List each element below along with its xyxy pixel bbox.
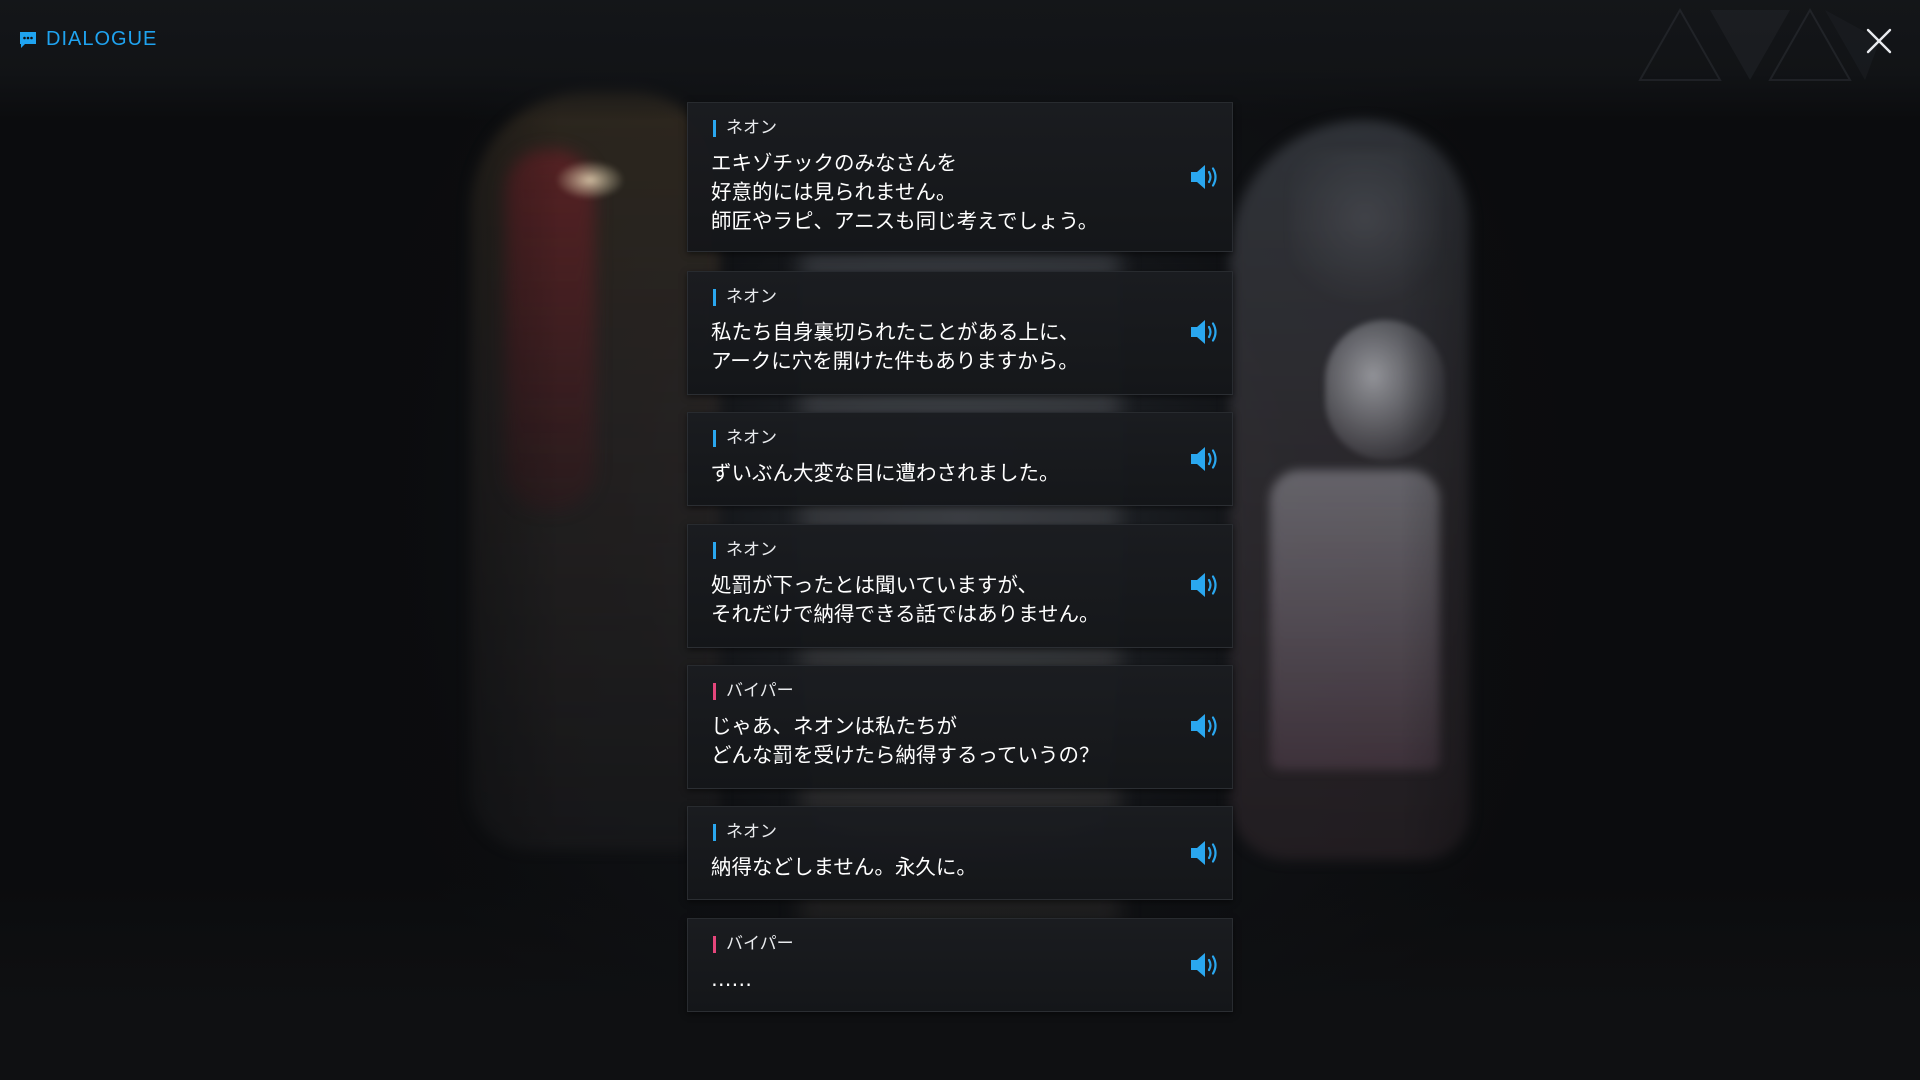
chat-bubble-icon bbox=[20, 31, 36, 48]
dialogue-entry: ネオン 私たち自身裏切られたことがある上に、 アークに穴を開けた件もありますから… bbox=[687, 271, 1233, 395]
dialogue-text: ずいぶん大変な目に遭わされました。 bbox=[711, 461, 1060, 485]
dialogue-entry: バイパー じゃあ、ネオンは私たちが どんな罰を受けたら納得するっていうの？ bbox=[687, 665, 1233, 789]
speaker-row: ネオン bbox=[713, 288, 777, 306]
speaker-volume-icon bbox=[1191, 573, 1217, 597]
play-voice-button[interactable] bbox=[1188, 950, 1224, 980]
play-voice-button[interactable] bbox=[1188, 162, 1224, 192]
speaker-color-bar bbox=[713, 541, 716, 559]
header-triangle-decoration bbox=[1638, 7, 1880, 81]
speaker-row: ネオン bbox=[713, 541, 777, 559]
speaker-name: バイパー bbox=[726, 681, 794, 701]
dialogue-text: 処罰が下ったとは聞いていますが、 それだけで納得できる話ではありません。 bbox=[711, 573, 1100, 626]
dialogue-entry: ネオン 納得などしません。永久に。 bbox=[687, 806, 1233, 900]
speaker-volume-icon bbox=[1191, 447, 1217, 471]
speaker-row: ネオン bbox=[713, 429, 777, 447]
speaker-row: バイパー bbox=[713, 935, 794, 953]
speaker-color-bar bbox=[713, 429, 716, 447]
play-voice-button[interactable] bbox=[1188, 570, 1224, 600]
dialogue-text: …… bbox=[711, 967, 752, 991]
speaker-volume-icon bbox=[1191, 165, 1217, 189]
speaker-color-bar bbox=[713, 823, 716, 841]
dialogue-text: 納得などしません。永久に。 bbox=[711, 855, 977, 879]
speaker-name: ネオン bbox=[726, 428, 777, 448]
play-voice-button[interactable] bbox=[1188, 317, 1224, 347]
speaker-name: ネオン bbox=[726, 822, 777, 842]
speaker-name: ネオン bbox=[726, 118, 777, 138]
dialogue-log-screen: DIALOGUE ネオン エキゾチックのみなさんを 好意的には見られません。 師… bbox=[0, 0, 1920, 1080]
dialogue-entry: ネオン エキゾチックのみなさんを 好意的には見られません。 師匠やラピ、アニスも… bbox=[687, 102, 1233, 252]
dialogue-text: じゃあ、ネオンは私たちが どんな罰を受けたら納得するっていうの？ bbox=[711, 714, 1100, 767]
speaker-color-bar bbox=[713, 288, 716, 306]
play-voice-button[interactable] bbox=[1188, 711, 1224, 741]
background-lamp bbox=[555, 160, 625, 200]
speaker-name: バイパー bbox=[726, 934, 794, 954]
speaker-color-bar bbox=[713, 935, 716, 953]
dialogue-entry: ネオン 処罰が下ったとは聞いていますが、 それだけで納得できる話ではありません。 bbox=[687, 524, 1233, 648]
dialogue-entry: ネオン ずいぶん大変な目に遭わされました。 bbox=[687, 412, 1233, 506]
speaker-row: ネオン bbox=[713, 119, 777, 137]
close-button[interactable] bbox=[1862, 24, 1896, 58]
page-title: DIALOGUE bbox=[46, 28, 158, 50]
speaker-volume-icon bbox=[1191, 320, 1217, 344]
close-icon bbox=[1866, 28, 1892, 54]
speaker-volume-icon bbox=[1191, 953, 1217, 977]
speaker-row: ネオン bbox=[713, 823, 777, 841]
speaker-color-bar bbox=[713, 682, 716, 700]
speaker-name: ネオン bbox=[726, 540, 777, 560]
speaker-color-bar bbox=[713, 119, 716, 137]
speaker-volume-icon bbox=[1191, 841, 1217, 865]
dialogue-entry: バイパー …… bbox=[687, 918, 1233, 1012]
speaker-row: バイパー bbox=[713, 682, 794, 700]
play-voice-button[interactable] bbox=[1188, 444, 1224, 474]
dialogue-text: 私たち自身裏切られたことがある上に、 アークに穴を開けた件もありますから。 bbox=[711, 320, 1080, 373]
speaker-volume-icon bbox=[1191, 714, 1217, 738]
speaker-name: ネオン bbox=[726, 287, 777, 307]
play-voice-button[interactable] bbox=[1188, 838, 1224, 868]
header-title: DIALOGUE bbox=[18, 28, 157, 51]
dialogue-text: エキゾチックのみなさんを 好意的には見られません。 師匠やラピ、アニスも同じ考え… bbox=[711, 151, 1099, 233]
